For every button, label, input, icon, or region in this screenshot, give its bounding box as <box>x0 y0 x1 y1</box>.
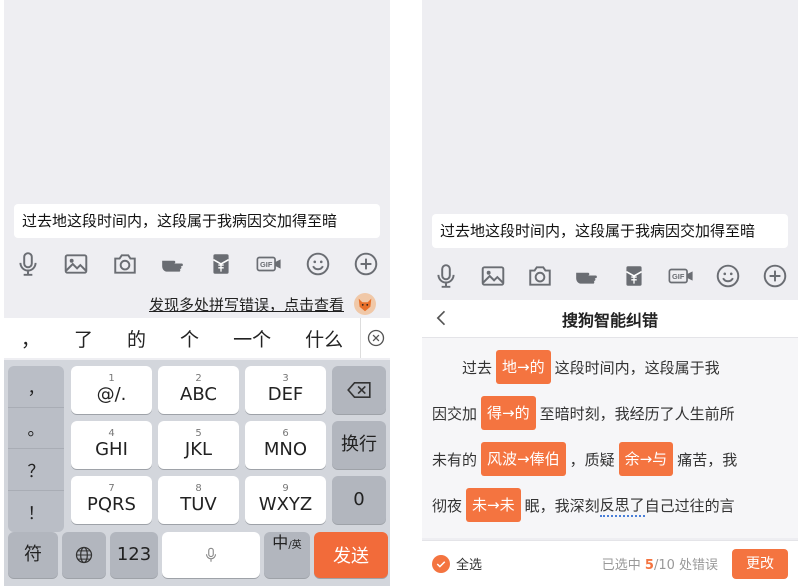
svg-text:GIF: GIF <box>672 272 685 281</box>
svg-text:GIF: GIF <box>260 260 273 269</box>
chat-area <box>4 0 390 200</box>
candidate-item[interactable]: 的 <box>110 325 163 352</box>
symbol-key[interactable]: 符 <box>8 532 58 578</box>
correction-line: 彻夜 未→未 眠，我深刻 反思了 自己过往的言 <box>432 482 790 528</box>
message-input[interactable]: 过去地这段时间内，这段属于我病因交加得至暗 <box>432 214 788 248</box>
punct-key[interactable]: ， <box>8 366 64 408</box>
key-2[interactable]: 2 ABC <box>158 366 239 414</box>
input-toolbar: GIF <box>4 244 390 284</box>
camera-icon[interactable] <box>110 249 140 279</box>
emoji-icon[interactable] <box>713 261 743 291</box>
red-packet-icon[interactable] <box>619 261 649 291</box>
correction-chip[interactable]: 余→与 <box>618 442 674 476</box>
punctuation-column: ， 。 ？ ！ <box>8 366 64 532</box>
space-key[interactable] <box>162 532 260 578</box>
candidate-item[interactable]: 个 <box>163 325 216 352</box>
camera-icon[interactable] <box>525 261 555 291</box>
key-3[interactable]: 3 DEF <box>245 366 326 414</box>
punct-key[interactable]: ？ <box>8 449 64 491</box>
red-packet-icon[interactable] <box>206 249 236 279</box>
apply-changes-button[interactable]: 更改 <box>732 548 788 579</box>
close-circle-icon <box>367 329 384 347</box>
backspace-key[interactable] <box>332 366 386 414</box>
globe-key[interactable] <box>62 532 106 578</box>
key-7[interactable]: 7 PQRS <box>71 476 152 524</box>
punct-key[interactable]: ！ <box>8 491 64 533</box>
correction-title: 搜狗智能纠错 <box>561 310 658 330</box>
correction-chip[interactable]: 地→的 <box>496 350 551 384</box>
fox-logo-icon <box>354 293 376 315</box>
gif-icon[interactable]: GIF <box>666 261 696 291</box>
message-input[interactable]: 过去地这段时间内，这段属于我病因交加得至暗 <box>14 204 380 238</box>
key-4[interactable]: 4 GHI <box>71 421 152 469</box>
add-icon[interactable] <box>351 249 381 279</box>
punct-key[interactable]: 。 <box>8 408 64 449</box>
correction-chip[interactable]: 未→未 <box>466 488 521 522</box>
keyboard-screen: 过去地这段时间内，这段属于我病因交加得至暗 GIF 发现多处拼写错误，点击查看 <box>4 0 390 586</box>
correction-line: 因交加 得→的 至暗时刻，我经历了人生前所 <box>432 390 790 436</box>
key-0[interactable]: 0 <box>332 476 386 524</box>
globe-icon <box>75 546 93 564</box>
chat-area <box>422 0 798 200</box>
gif-icon[interactable]: GIF <box>254 249 284 279</box>
emoji-icon[interactable] <box>303 249 333 279</box>
correction-line: 过去 地→的 这段时间内，这段属于我 <box>432 344 790 390</box>
image-icon[interactable] <box>61 249 91 279</box>
candidate-item[interactable]: 了 <box>57 325 110 352</box>
suggested-phrase[interactable]: 反思了 <box>599 494 645 517</box>
candidate-bar: ， 了 的 个 一个 什么 <box>4 318 390 358</box>
hand-point-icon[interactable] <box>158 249 188 279</box>
keyboard: ， 。 ？ ！ 1 @/. 2 ABC 3 DEF 4 GHI 5 JKL 6 MNO 换行… <box>4 360 390 586</box>
correction-chip[interactable]: 风波→俸伯 <box>481 442 566 476</box>
send-button[interactable]: 发送 <box>314 532 388 578</box>
spelling-suggestion-bar[interactable]: 发现多处拼写错误，点击查看 <box>4 290 390 318</box>
candidate-item[interactable]: 一个 <box>216 325 288 352</box>
language-switch-key[interactable]: 中/英 <box>264 532 310 578</box>
select-all-label[interactable]: 全选 <box>456 554 482 573</box>
key-1[interactable]: 1 @/. <box>71 366 152 414</box>
image-icon[interactable] <box>478 261 508 291</box>
microphone-icon[interactable] <box>13 249 43 279</box>
back-chevron-icon[interactable] <box>432 308 452 328</box>
backspace-icon <box>347 381 371 399</box>
candidate-item[interactable]: ， <box>4 325 57 352</box>
spelling-suggestion-link[interactable]: 发现多处拼写错误，点击查看 <box>149 294 344 315</box>
close-candidates-button[interactable] <box>360 318 390 358</box>
input-toolbar: GIF <box>422 256 798 296</box>
correction-chip[interactable]: 得→的 <box>481 396 536 430</box>
correction-header: 搜狗智能纠错 <box>422 300 798 338</box>
microphone-icon[interactable] <box>431 261 461 291</box>
selection-status: 已选中 5/10 处错误 <box>601 558 718 573</box>
hand-point-icon[interactable] <box>572 261 602 291</box>
key-9[interactable]: 9 WXYZ <box>245 476 326 524</box>
select-all-check-icon[interactable] <box>432 554 450 573</box>
key-5[interactable]: 5 JKL <box>158 421 239 469</box>
microphone-icon <box>205 547 217 562</box>
key-6[interactable]: 6 MNO <box>245 421 326 469</box>
candidate-item[interactable]: 什么 <box>288 325 360 352</box>
correction-footer: 全选 已选中 5/10 处错误 更改 <box>422 540 798 586</box>
correction-screen: 过去地这段时间内，这段属于我病因交加得至暗 GIF 搜狗智能纠错 过去 地→的 … <box>422 0 798 586</box>
key-8[interactable]: 8 TUV <box>158 476 239 524</box>
correction-line: 未有的 风波→俸伯 ，质疑 余→与 痛苦，我 <box>432 436 790 482</box>
enter-key[interactable]: 换行 <box>332 421 386 469</box>
number-key[interactable]: 123 <box>110 532 158 578</box>
correction-text: 过去 地→的 这段时间内，这段属于我 因交加 得→的 至暗时刻，我经历了人生前所… <box>422 338 798 538</box>
add-icon[interactable] <box>760 261 790 291</box>
